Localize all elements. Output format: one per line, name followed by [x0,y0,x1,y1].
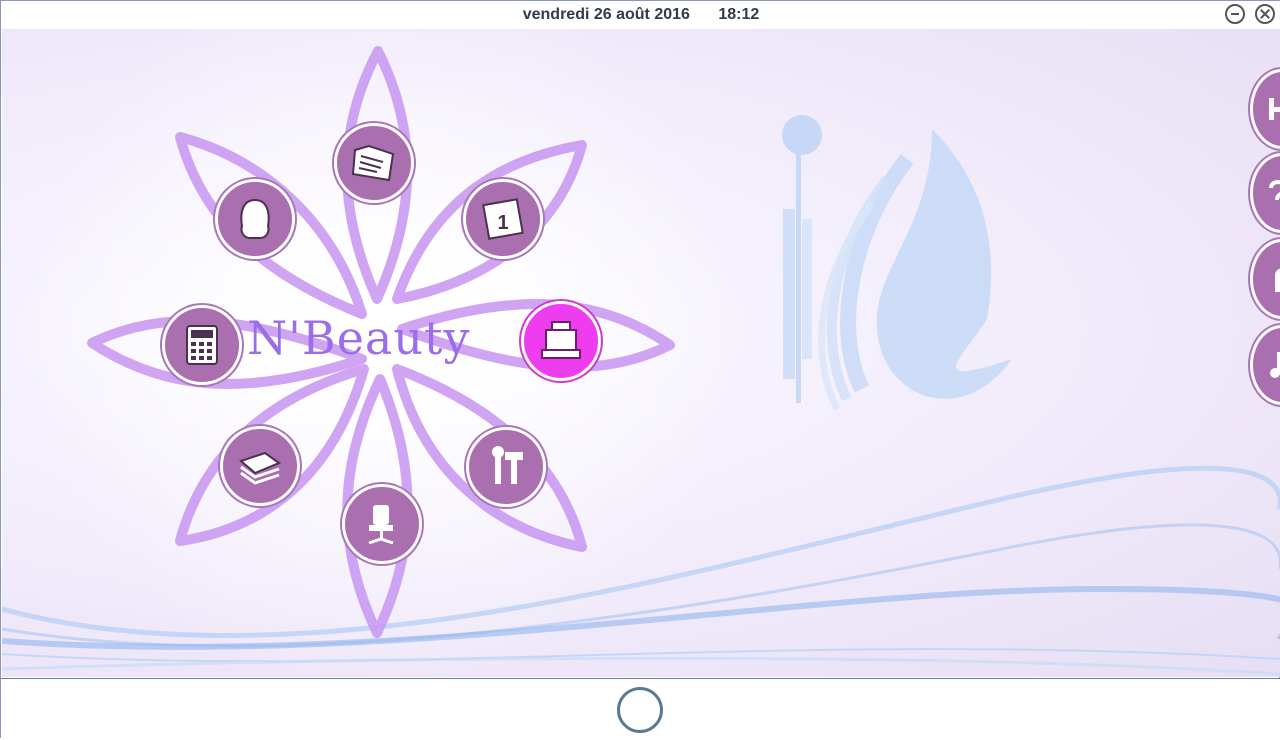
reports-icon [239,451,282,485]
facebook-icon [1275,268,1280,292]
calculator-button[interactable] [162,305,242,385]
settings-tools-button[interactable] [466,427,546,507]
close-icon[interactable] [1255,4,1275,24]
app-window: vendredi 26 août 2016 18:12 N'Beauty 1 [0,0,1280,740]
datetime-display: vendredi 26 août 2016 18:12 [1,6,1280,24]
woman-hair-icon [240,198,270,239]
minimize-icon[interactable] [1225,4,1245,24]
clients-button[interactable] [215,179,295,259]
calculator-icon [186,325,218,365]
calendar-icon: 1 [482,198,524,240]
staff-button[interactable] [342,484,422,564]
svg-text:1: 1 [497,212,508,234]
app-logo: N'Beauty [247,311,471,365]
office-chair-icon [368,505,394,545]
music-icon [1270,352,1280,378]
cash-register-button[interactable] [521,301,601,381]
home-circle-icon[interactable] [617,687,663,733]
current-time: 18:12 [718,6,760,23]
current-date: vendredi 26 août 2016 [522,6,690,23]
help-icon [1269,180,1280,201]
calendar-button[interactable]: 1 [463,179,543,259]
folder-documents-icon [351,144,395,182]
home-letter-icon [1269,98,1280,120]
folder-button[interactable] [334,123,414,203]
woman-silhouette-icon [782,115,1012,411]
tools-icon [492,446,523,484]
bottom-bar [1,678,1280,740]
title-bar: vendredi 26 août 2016 18:12 [1,1,1280,29]
main-stage: N'Beauty 1 [2,29,1280,677]
reports-button[interactable] [220,426,300,506]
cash-register-icon [541,321,581,359]
